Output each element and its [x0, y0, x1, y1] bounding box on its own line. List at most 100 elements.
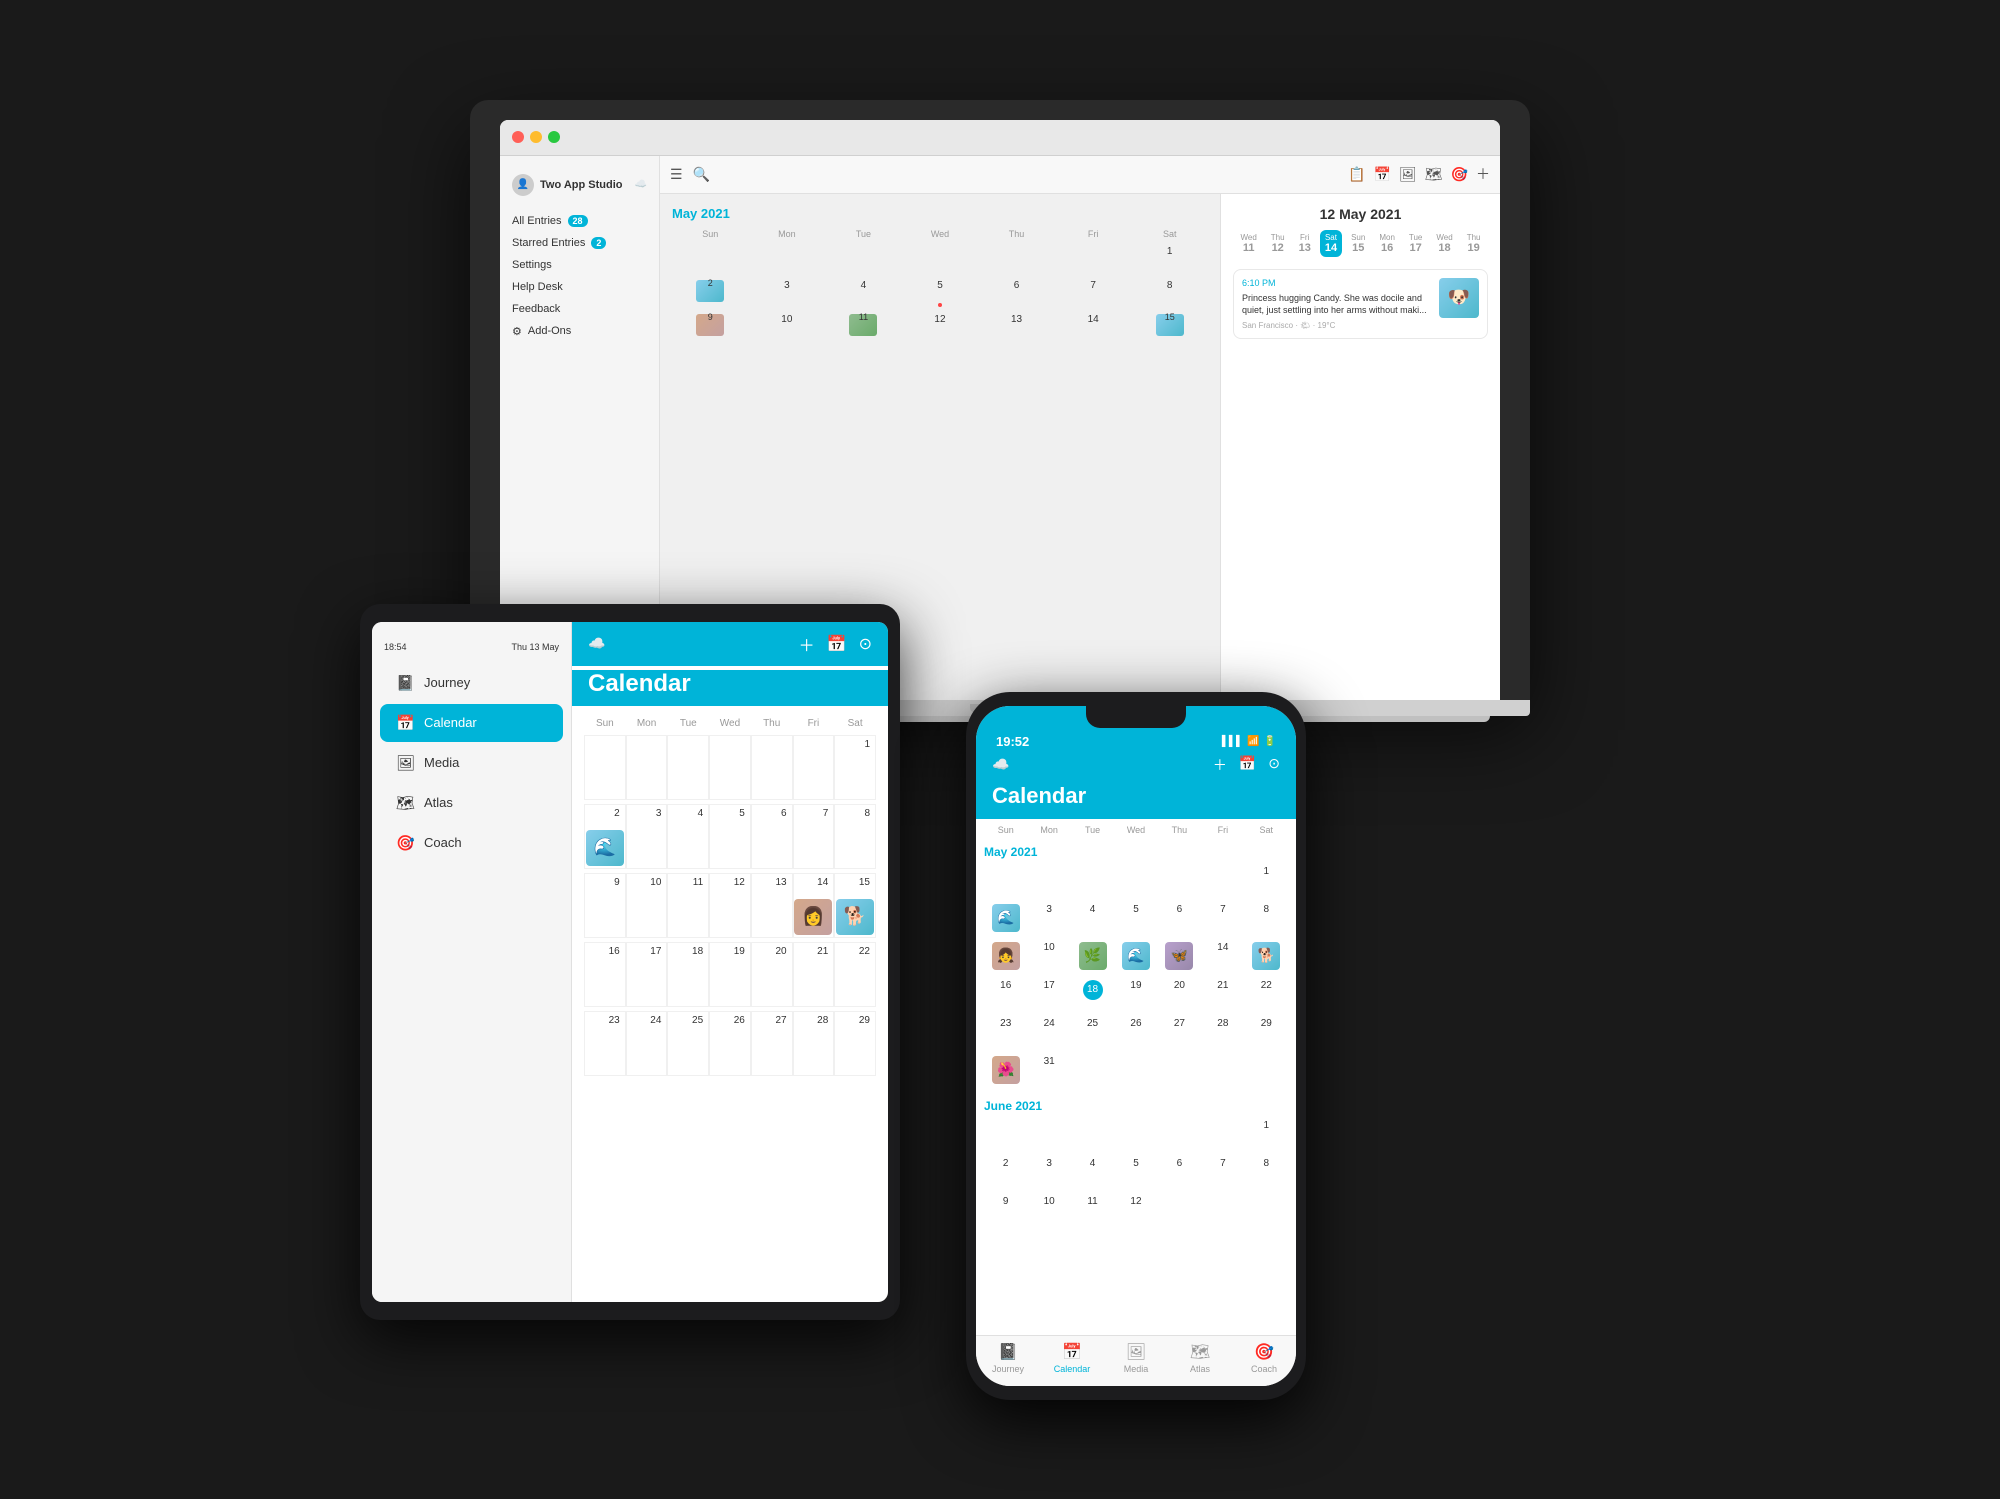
ipad-cell-21[interactable]: 21: [793, 942, 835, 1007]
map-icon[interactable]: 🗺: [1425, 166, 1443, 183]
phone-june-10[interactable]: 10: [1027, 1193, 1070, 1229]
ipad-cell-13[interactable]: 13: [751, 873, 793, 938]
phone-june-3[interactable]: 3: [1027, 1155, 1070, 1191]
mac-cell-13[interactable]: 13: [978, 311, 1055, 343]
phone-cell-12[interactable]: 🌊: [1114, 939, 1157, 975]
mac-cell-1[interactable]: 1: [1131, 243, 1208, 275]
mac-week-16[interactable]: Mon16: [1374, 230, 1400, 257]
phone-cell-22[interactable]: 22: [1245, 977, 1288, 1013]
mac-nav-starred[interactable]: Starred Entries 2: [500, 232, 659, 254]
phone-cell-20[interactable]: 20: [1158, 977, 1201, 1013]
ipad-cell-25[interactable]: 25: [667, 1011, 709, 1076]
phone-settings-button[interactable]: ⊙: [1268, 755, 1280, 775]
mac-nav-addons[interactable]: ⚙ Add-Ons: [500, 320, 659, 343]
ipad-cell-11[interactable]: 11: [667, 873, 709, 938]
ipad-settings-button[interactable]: ⊙: [859, 634, 872, 654]
ipad-cell-3[interactable]: 3: [626, 804, 668, 869]
phone-cell-16[interactable]: 16: [984, 977, 1027, 1013]
add-icon[interactable]: ＋: [1476, 164, 1490, 184]
ipad-cell-1[interactable]: 1: [834, 735, 876, 800]
phone-june-4[interactable]: 4: [1071, 1155, 1114, 1191]
phone-add-button[interactable]: ＋: [1213, 755, 1227, 775]
ipad-nav-atlas[interactable]: 🗺 Atlas: [380, 784, 563, 822]
ipad-nav-media[interactable]: 🖼 Media: [380, 744, 563, 782]
mac-cell-8[interactable]: 8: [1131, 277, 1208, 309]
phone-cell-10[interactable]: 10: [1027, 939, 1070, 975]
mac-cell-14[interactable]: 14: [1055, 311, 1132, 343]
phone-cell-15[interactable]: 🐕: [1245, 939, 1288, 975]
mac-cell-7[interactable]: 7: [1055, 277, 1132, 309]
ipad-cell-9[interactable]: 9: [584, 873, 626, 938]
phone-june-5[interactable]: 5: [1114, 1155, 1157, 1191]
ipad-cell-26[interactable]: 26: [709, 1011, 751, 1076]
mac-week-12[interactable]: Thu12: [1266, 230, 1290, 257]
phone-cell-9[interactable]: 👧: [984, 939, 1027, 975]
mac-cell-11[interactable]: 11: [825, 311, 902, 343]
mac-week-19[interactable]: Thu19: [1462, 230, 1486, 257]
mac-week-14-active[interactable]: Sat14: [1320, 230, 1342, 257]
ipad-cell-12[interactable]: 12: [709, 873, 751, 938]
mac-cell-9[interactable]: 9: [672, 311, 749, 343]
mac-nav-feedback[interactable]: Feedback: [500, 298, 659, 320]
ipad-cal-view-button[interactable]: 📅: [827, 634, 847, 654]
phone-cell-26[interactable]: 26: [1114, 1015, 1157, 1051]
ipad-cell-4[interactable]: 4: [667, 804, 709, 869]
mac-nav-helpdesk[interactable]: Help Desk: [500, 276, 659, 298]
photo-icon[interactable]: 🖼: [1399, 166, 1417, 183]
phone-june-6[interactable]: 6: [1158, 1155, 1201, 1191]
ipad-nav-calendar[interactable]: 📅 Calendar: [380, 704, 563, 742]
ipad-cell-20[interactable]: 20: [751, 942, 793, 1007]
phone-cell-28[interactable]: 28: [1201, 1015, 1244, 1051]
phone-cell-7[interactable]: 7: [1201, 901, 1244, 937]
mac-cell-12[interactable]: 12: [902, 311, 979, 343]
ipad-cell-17[interactable]: 17: [626, 942, 668, 1007]
phone-june-9[interactable]: 9: [984, 1193, 1027, 1229]
phone-cell-19[interactable]: 19: [1114, 977, 1157, 1013]
phone-cal-button[interactable]: 📅: [1239, 755, 1256, 775]
mac-week-13[interactable]: Fri13: [1294, 230, 1316, 257]
ipad-cell-23[interactable]: 23: [584, 1011, 626, 1076]
ipad-cell-15[interactable]: 15 🐕: [834, 873, 876, 938]
phone-june-2[interactable]: 2: [984, 1155, 1027, 1191]
phone-cell-8[interactable]: 8: [1245, 901, 1288, 937]
phone-tab-media[interactable]: 🖼 Media: [1104, 1342, 1168, 1374]
phone-cell-1[interactable]: 1: [1245, 863, 1288, 899]
phone-cell-29[interactable]: 29: [1245, 1015, 1288, 1051]
phone-june-7[interactable]: 7: [1201, 1155, 1244, 1191]
target-icon[interactable]: 🎯: [1451, 166, 1468, 183]
phone-cell-14[interactable]: 14: [1201, 939, 1244, 975]
ipad-cell-6[interactable]: 6: [751, 804, 793, 869]
mac-cell-5[interactable]: 5: [902, 277, 979, 309]
phone-cell-13[interactable]: 🦋: [1158, 939, 1201, 975]
mac-cell-4[interactable]: 4: [825, 277, 902, 309]
ipad-cell-5[interactable]: 5: [709, 804, 751, 869]
ipad-cell-16[interactable]: 16: [584, 942, 626, 1007]
phone-tab-calendar[interactable]: 📅 Calendar: [1040, 1342, 1104, 1374]
phone-tab-journey[interactable]: 📓 Journey: [976, 1342, 1040, 1374]
phone-cell-6[interactable]: 6: [1158, 901, 1201, 937]
phone-cell-2[interactable]: 🌊: [984, 901, 1027, 937]
ipad-cell-29[interactable]: 29: [834, 1011, 876, 1076]
ipad-cell-18[interactable]: 18: [667, 942, 709, 1007]
phone-june-12[interactable]: 12: [1114, 1193, 1157, 1229]
mac-week-18[interactable]: Wed18: [1431, 230, 1457, 257]
ipad-cell-14[interactable]: 14 👩: [793, 873, 835, 938]
search-icon[interactable]: 🔍: [693, 166, 710, 183]
phone-cell-21[interactable]: 21: [1201, 977, 1244, 1013]
mac-cell-15[interactable]: 15: [1131, 311, 1208, 343]
close-button[interactable]: [512, 131, 524, 143]
mac-week-17[interactable]: Tue17: [1404, 230, 1428, 257]
mac-week-11[interactable]: Wed11: [1235, 230, 1261, 257]
phone-cell-27[interactable]: 27: [1158, 1015, 1201, 1051]
maximize-button[interactable]: [548, 131, 560, 143]
ipad-cell-27[interactable]: 27: [751, 1011, 793, 1076]
mac-cell-10[interactable]: 10: [749, 311, 826, 343]
phone-cell-31[interactable]: 31: [1027, 1053, 1070, 1089]
ipad-cell-24[interactable]: 24: [626, 1011, 668, 1076]
mac-cell-3[interactable]: 3: [749, 277, 826, 309]
mac-nav-settings[interactable]: Settings: [500, 254, 659, 276]
ipad-cell-2[interactable]: 2 🌊: [584, 804, 626, 869]
ipad-cell-22[interactable]: 22: [834, 942, 876, 1007]
ipad-cell-19[interactable]: 19: [709, 942, 751, 1007]
phone-cell-3[interactable]: 3: [1027, 901, 1070, 937]
